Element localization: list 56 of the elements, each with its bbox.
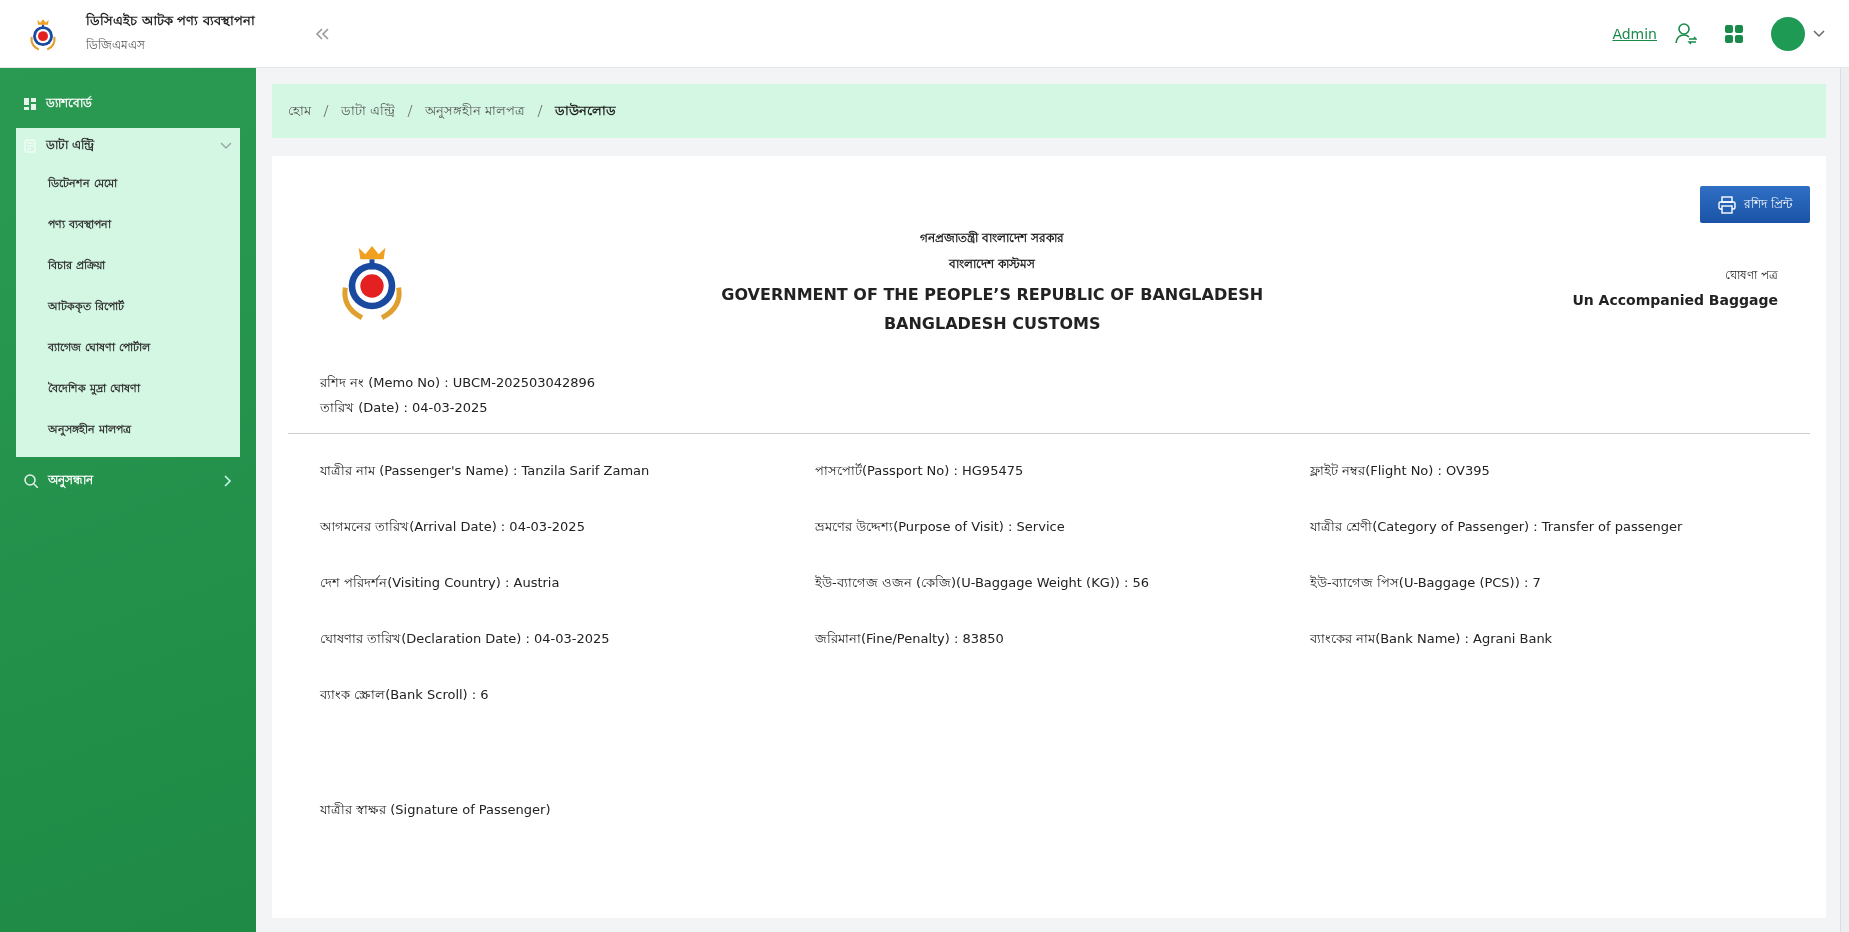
submenu-item[interactable]: ডিটেনশন মেমো [16, 164, 240, 205]
document-heading: গনপ্রজাতন্ত্রী বাংলাদেশ সরকার [920, 229, 1065, 247]
breadcrumb-item: ডাউনলোড [555, 101, 617, 120]
detail-field: ইউ-ব্যাগেজ ওজন (কেজি)(U-Baggage Weight (KG)) : 56 [815, 573, 1310, 594]
breadcrumb-separator-icon [537, 105, 544, 117]
document-heading: বাংলাদেশ কাস্টমস [949, 256, 1036, 273]
profile-menu-button[interactable] [1771, 16, 1825, 51]
detail-field: ইউ-ব্যাগেজ পিস(U-Baggage (PCS)) : 7 [1310, 573, 1810, 594]
detail-field: ঘোষণার তারিখ(Declaration Date) : 04-03-2025 [320, 629, 815, 650]
notebook-icon [24, 139, 36, 153]
print-receipt-button[interactable]: রশিদ প্রিন্ট [1700, 186, 1810, 223]
sidebar-item[interactable]: ড্যাশবোর্ড [16, 86, 240, 122]
detail-field: ব্যাংকের নাম(Bank Name) : Agrani Bank [1310, 629, 1810, 650]
user-switch-button[interactable] [1675, 22, 1697, 45]
printer-icon [1718, 195, 1737, 214]
memo-field: তারিখ (Date) : 04-03-2025 [320, 398, 1810, 419]
app-title: ডিসিএইচ আটক পণ্য ব্যবস্থাপনা [86, 11, 255, 30]
apps-button[interactable] [1725, 24, 1743, 43]
sidebar-item[interactable]: অনুসন্ধান [16, 463, 240, 499]
user-swap-icon [1675, 22, 1697, 45]
submenu-item[interactable]: আটককৃত রিপোর্ট [16, 287, 240, 328]
memo-field: রশিদ নং (Memo No) : UBCM-202503042896 [320, 373, 1810, 394]
detail-field: পাসপোর্ট(Passport No) : HG95475 [815, 461, 1310, 482]
submenu-item[interactable]: পণ্য ব্যবস্থাপনা [16, 205, 240, 246]
breadcrumb-item[interactable]: হোম [288, 100, 311, 122]
user-link[interactable]: Admin [1612, 25, 1657, 42]
double-chevron-left-icon [314, 26, 330, 41]
breadcrumb-separator-icon [323, 105, 329, 117]
detail-field: যাত্রীর শ্রেণী(Category of Passenger) : Transfer of passenger [1310, 517, 1810, 538]
document-heading: BANGLADESH CUSTOMS [883, 314, 1101, 333]
search-icon [24, 474, 38, 488]
form-type: Un Accompanied Baggage [1572, 292, 1778, 308]
detail-field: ভ্রমণের উদ্দেশ্য(Purpose of Visit) : Service [815, 517, 1310, 538]
sidebar-item[interactable]: ডাটা এন্ট্রি [16, 128, 240, 164]
breadcrumb-item[interactable]: ডাটা এন্ট্রি [341, 100, 396, 122]
detail-field: যাত্রীর নাম (Passenger's Name) : Tanzila Sarif Zaman [320, 461, 815, 482]
submenu-item[interactable]: বিচার প্রক্রিয়া [16, 246, 240, 287]
document-heading: GOVERNMENT OF THE PEOPLE’S REPUBLIC OF BANGLADESH [721, 285, 1264, 304]
detail-field: দেশ পরিদর্শন(Visiting Country) : Austria [320, 573, 815, 594]
form-label: ঘোষণা পত্র [1725, 267, 1778, 284]
breadcrumb-separator-icon [407, 105, 414, 117]
submenu-item[interactable]: অনুসঙ্গহীন মালপত্র [16, 410, 240, 451]
chevron-down-icon [1813, 29, 1825, 38]
detail-field: জরিমানা(Fine/Penalty) : 83850 [815, 629, 1310, 650]
app-subtitle: ডিজিএমএস [86, 37, 146, 54]
signature-label: যাত্রীর স্বাক্ষর (Signature of Passenger) [320, 802, 551, 817]
detail-field: ব্যাংক স্ক্রোল(Bank Scroll) : 6 [320, 685, 815, 706]
detail-field: ফ্লাইট নম্বর(Flight No) : OV395 [1310, 461, 1810, 482]
collapse-button[interactable] [314, 26, 330, 41]
avatar [1771, 16, 1805, 51]
apps-grid-icon [1725, 24, 1743, 43]
submenu-item[interactable]: বৈদেশিক মুদ্রা ঘোষণা [16, 369, 240, 410]
submenu-item[interactable]: ব্যাগেজ ঘোষণা পোর্টাল [16, 328, 240, 369]
dashboard-grid-icon [24, 98, 36, 110]
detail-field: আগমনের তারিখ(Arrival Date) : 04-03-2025 [320, 517, 815, 538]
breadcrumb-item[interactable]: অনুসঙ্গহীন মালপত্র [425, 100, 526, 122]
